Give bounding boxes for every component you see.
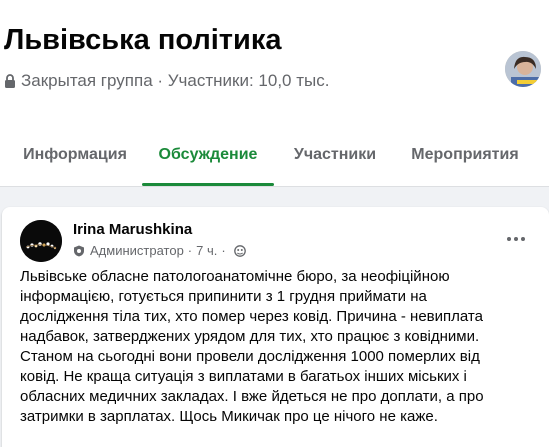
post-text-line: інформацією, готується припинити з 1 гру… (20, 288, 427, 305)
group-tabs: Информация Обсуждение Участники Мероприя… (0, 124, 549, 186)
group-meta-text[interactable]: Закрытая группа · Участники: 10,0 тыс. (21, 71, 329, 91)
post-text: Львівське обласне патологоанатомічне бюр… (20, 267, 545, 427)
tab-members[interactable]: Участники (290, 124, 380, 186)
post-text-line: Львівське обласне патологоанатомічне бюр… (20, 268, 450, 285)
post-card: Irina Marushkina Администратор · 7 ч. · … (2, 207, 549, 447)
post-meta: Администратор · 7 ч. · (73, 243, 246, 258)
more-options-dot (521, 237, 525, 241)
tab-members-label: Участники (293, 146, 377, 163)
post-text-line: затримки в зарплатах. Щось Микичак про ц… (20, 408, 438, 425)
more-options-icon (507, 237, 511, 241)
tab-events[interactable]: Мероприятия (407, 124, 523, 186)
tab-discussion-label: Обсуждение (158, 146, 258, 163)
group-audience-icon[interactable] (233, 244, 246, 257)
member-avatar[interactable] (503, 49, 543, 89)
member-avatars[interactable] (503, 49, 549, 91)
meta-separator: · (221, 243, 226, 258)
post-text-line: Станом на сьогодні вони провели дослідже… (20, 348, 480, 365)
admin-badge-icon (74, 245, 84, 256)
tab-events-label: Мероприятия (411, 146, 519, 163)
post-time[interactable]: 7 ч. (196, 243, 217, 258)
tab-discussion[interactable]: Обсуждение (142, 124, 274, 186)
author-avatar[interactable] (20, 220, 62, 262)
group-title[interactable]: Львівська політика (4, 24, 281, 57)
post-text-line: дослідження тіла тих, хто помер через ко… (20, 308, 483, 325)
group-header: Львівська політика Закрытая группа · Уча… (0, 0, 549, 187)
post-text-line: ковід. Не краща ситуація з виплатами в б… (20, 368, 467, 385)
post-text-line: надбавок, затверджених урядом для тих, х… (20, 328, 480, 345)
lock-icon (5, 74, 15, 88)
author-role[interactable]: Администратор (90, 243, 184, 258)
tab-info-label: Информация (23, 146, 127, 163)
more-options-button[interactable] (498, 227, 534, 251)
more-options-dot (514, 237, 518, 241)
author-name[interactable]: Irina Marushkina (73, 221, 192, 238)
meta-separator: · (187, 243, 193, 258)
tab-info[interactable]: Информация (20, 124, 130, 186)
post-text-line: обласних медичних закладах. І вже йдетьс… (20, 388, 484, 405)
group-meta: Закрытая группа · Участники: 10,0 тыс. (4, 71, 329, 91)
